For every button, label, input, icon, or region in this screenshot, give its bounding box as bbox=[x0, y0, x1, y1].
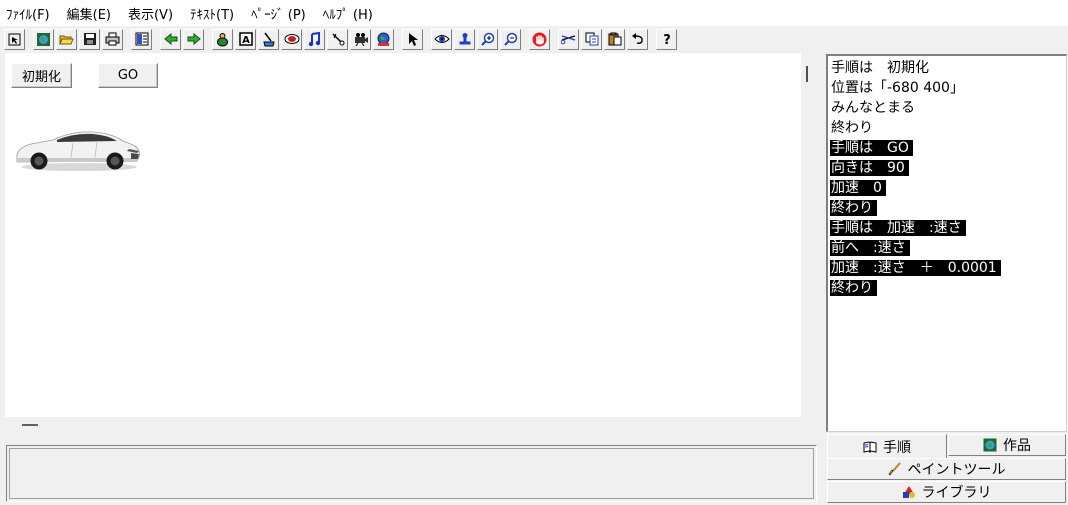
turtle-icon[interactable] bbox=[212, 28, 233, 50]
script-line-text: みんなとまる bbox=[831, 100, 915, 116]
print-icon[interactable] bbox=[102, 28, 123, 50]
stage-resize-handle[interactable] bbox=[22, 424, 38, 426]
tab-paint-tool[interactable]: ペイントツール bbox=[827, 458, 1066, 480]
message-area-inner[interactable] bbox=[9, 448, 814, 499]
script-line[interactable]: 前へ :速さ bbox=[830, 238, 1066, 258]
open-folder-icon[interactable] bbox=[56, 28, 77, 50]
camera-icon[interactable] bbox=[350, 28, 371, 50]
page-list-icon[interactable] bbox=[131, 28, 152, 50]
script-line[interactable]: 終わり bbox=[830, 198, 1066, 218]
scissors-tool-icon[interactable] bbox=[327, 28, 348, 50]
tab-script-label: 手順 bbox=[883, 439, 911, 456]
paintbrush-icon bbox=[888, 462, 902, 476]
help-icon[interactable]: ? bbox=[656, 28, 677, 50]
script-line-text: 終わり bbox=[830, 280, 877, 296]
script-line[interactable]: 終わり bbox=[830, 278, 1066, 298]
tab-paint-label: ペイントツール bbox=[907, 462, 1006, 478]
menu-help[interactable]: ﾍﾙﾌﾟ (H) bbox=[323, 4, 373, 23]
music-note-icon[interactable] bbox=[304, 28, 325, 50]
cut-icon[interactable] bbox=[558, 28, 579, 50]
globe-icon bbox=[983, 438, 997, 452]
pointer-small-icon[interactable] bbox=[4, 28, 25, 50]
script-line[interactable]: 手順は 初期化 bbox=[830, 58, 1066, 78]
globe-record-icon[interactable] bbox=[373, 28, 394, 50]
tab-library[interactable]: ライブラリ bbox=[827, 481, 1066, 503]
menu-page[interactable]: ﾍﾟｰｼﾞ (P) bbox=[251, 4, 306, 23]
back-arrow-icon[interactable] bbox=[160, 28, 181, 50]
tab-library-label: ライブラリ bbox=[921, 485, 992, 501]
script-line[interactable]: 手順は 加速 :速さ bbox=[830, 218, 1066, 238]
script-line-text: 加速 :速さ ＋ 0.0001 bbox=[830, 260, 1001, 276]
script-line-text: 向きは 90 bbox=[830, 160, 909, 176]
menu-text[interactable]: ﾃｷｽﾄ(T) bbox=[190, 4, 234, 23]
script-line-text: 手順は 加速 :速さ bbox=[830, 220, 966, 236]
stamp-icon[interactable] bbox=[454, 28, 475, 50]
script-line[interactable]: 向きは 90 bbox=[830, 158, 1066, 178]
menu-edit[interactable]: 編集(E) bbox=[67, 4, 111, 23]
forward-arrow-icon[interactable] bbox=[183, 28, 204, 50]
toolbar: A ? bbox=[0, 26, 1068, 52]
script-line-text: 終わり bbox=[831, 120, 873, 136]
stage-scroll-marker bbox=[806, 66, 808, 82]
save-icon[interactable] bbox=[79, 28, 100, 50]
script-line-text: 位置は「-680 400」 bbox=[831, 80, 964, 96]
menu-bar: ﾌｧｲﾙ(F) 編集(E) 表示(V) ﾃｷｽﾄ(T) ﾍﾟｰｼﾞ (P) ﾍﾙ… bbox=[0, 0, 1068, 26]
car-sprite[interactable] bbox=[13, 125, 143, 173]
zoom-in-icon[interactable] bbox=[477, 28, 498, 50]
script-line[interactable]: 位置は「-680 400」 bbox=[830, 78, 1066, 98]
cursor-icon[interactable] bbox=[402, 28, 423, 50]
script-line-text: 手順は 初期化 bbox=[831, 60, 929, 76]
zoom-out-icon[interactable] bbox=[500, 28, 521, 50]
undo-icon[interactable] bbox=[627, 28, 648, 50]
script-line-text: 前へ :速さ bbox=[830, 240, 910, 256]
script-line-text: 加速 0 bbox=[830, 180, 886, 196]
hand-stop-icon[interactable] bbox=[529, 28, 550, 50]
tab-works[interactable]: 作品 bbox=[948, 434, 1066, 456]
stage-canvas[interactable]: 初期化 GO bbox=[5, 53, 801, 417]
script-line[interactable]: 手順は GO bbox=[830, 138, 1066, 158]
globe-icon[interactable] bbox=[33, 28, 54, 50]
script-line-text: 手順は GO bbox=[830, 140, 913, 156]
svg-text:A: A bbox=[242, 35, 250, 46]
go-button[interactable]: GO bbox=[98, 63, 158, 88]
menu-view[interactable]: 表示(V) bbox=[128, 4, 173, 23]
menu-file[interactable]: ﾌｧｲﾙ(F) bbox=[6, 4, 50, 23]
book-icon bbox=[863, 440, 877, 453]
brush-cup-icon[interactable] bbox=[258, 28, 279, 50]
message-area bbox=[6, 445, 817, 502]
script-line-text: 終わり bbox=[830, 200, 877, 216]
script-line[interactable]: 加速 :速さ ＋ 0.0001 bbox=[830, 258, 1066, 278]
script-line[interactable]: みんなとまる bbox=[830, 98, 1066, 118]
init-button[interactable]: 初期化 bbox=[11, 63, 72, 88]
text-box-icon[interactable]: A bbox=[235, 28, 256, 50]
copy-icon[interactable] bbox=[581, 28, 602, 50]
eye-icon[interactable] bbox=[431, 28, 452, 50]
shapes-icon bbox=[902, 485, 916, 499]
tab-works-label: 作品 bbox=[1003, 438, 1031, 454]
svg-text:?: ? bbox=[663, 33, 671, 47]
script-line[interactable]: 終わり bbox=[830, 118, 1066, 138]
script-line[interactable]: 加速 0 bbox=[830, 178, 1066, 198]
script-editor[interactable]: 手順は 初期化 位置は「-680 400」 みんなとまる 終わり 手順は GO 向きは 9… bbox=[826, 54, 1067, 432]
tab-script[interactable]: 手順 bbox=[827, 434, 947, 458]
paste-icon[interactable] bbox=[604, 28, 625, 50]
eye-oval-icon[interactable] bbox=[281, 28, 302, 50]
